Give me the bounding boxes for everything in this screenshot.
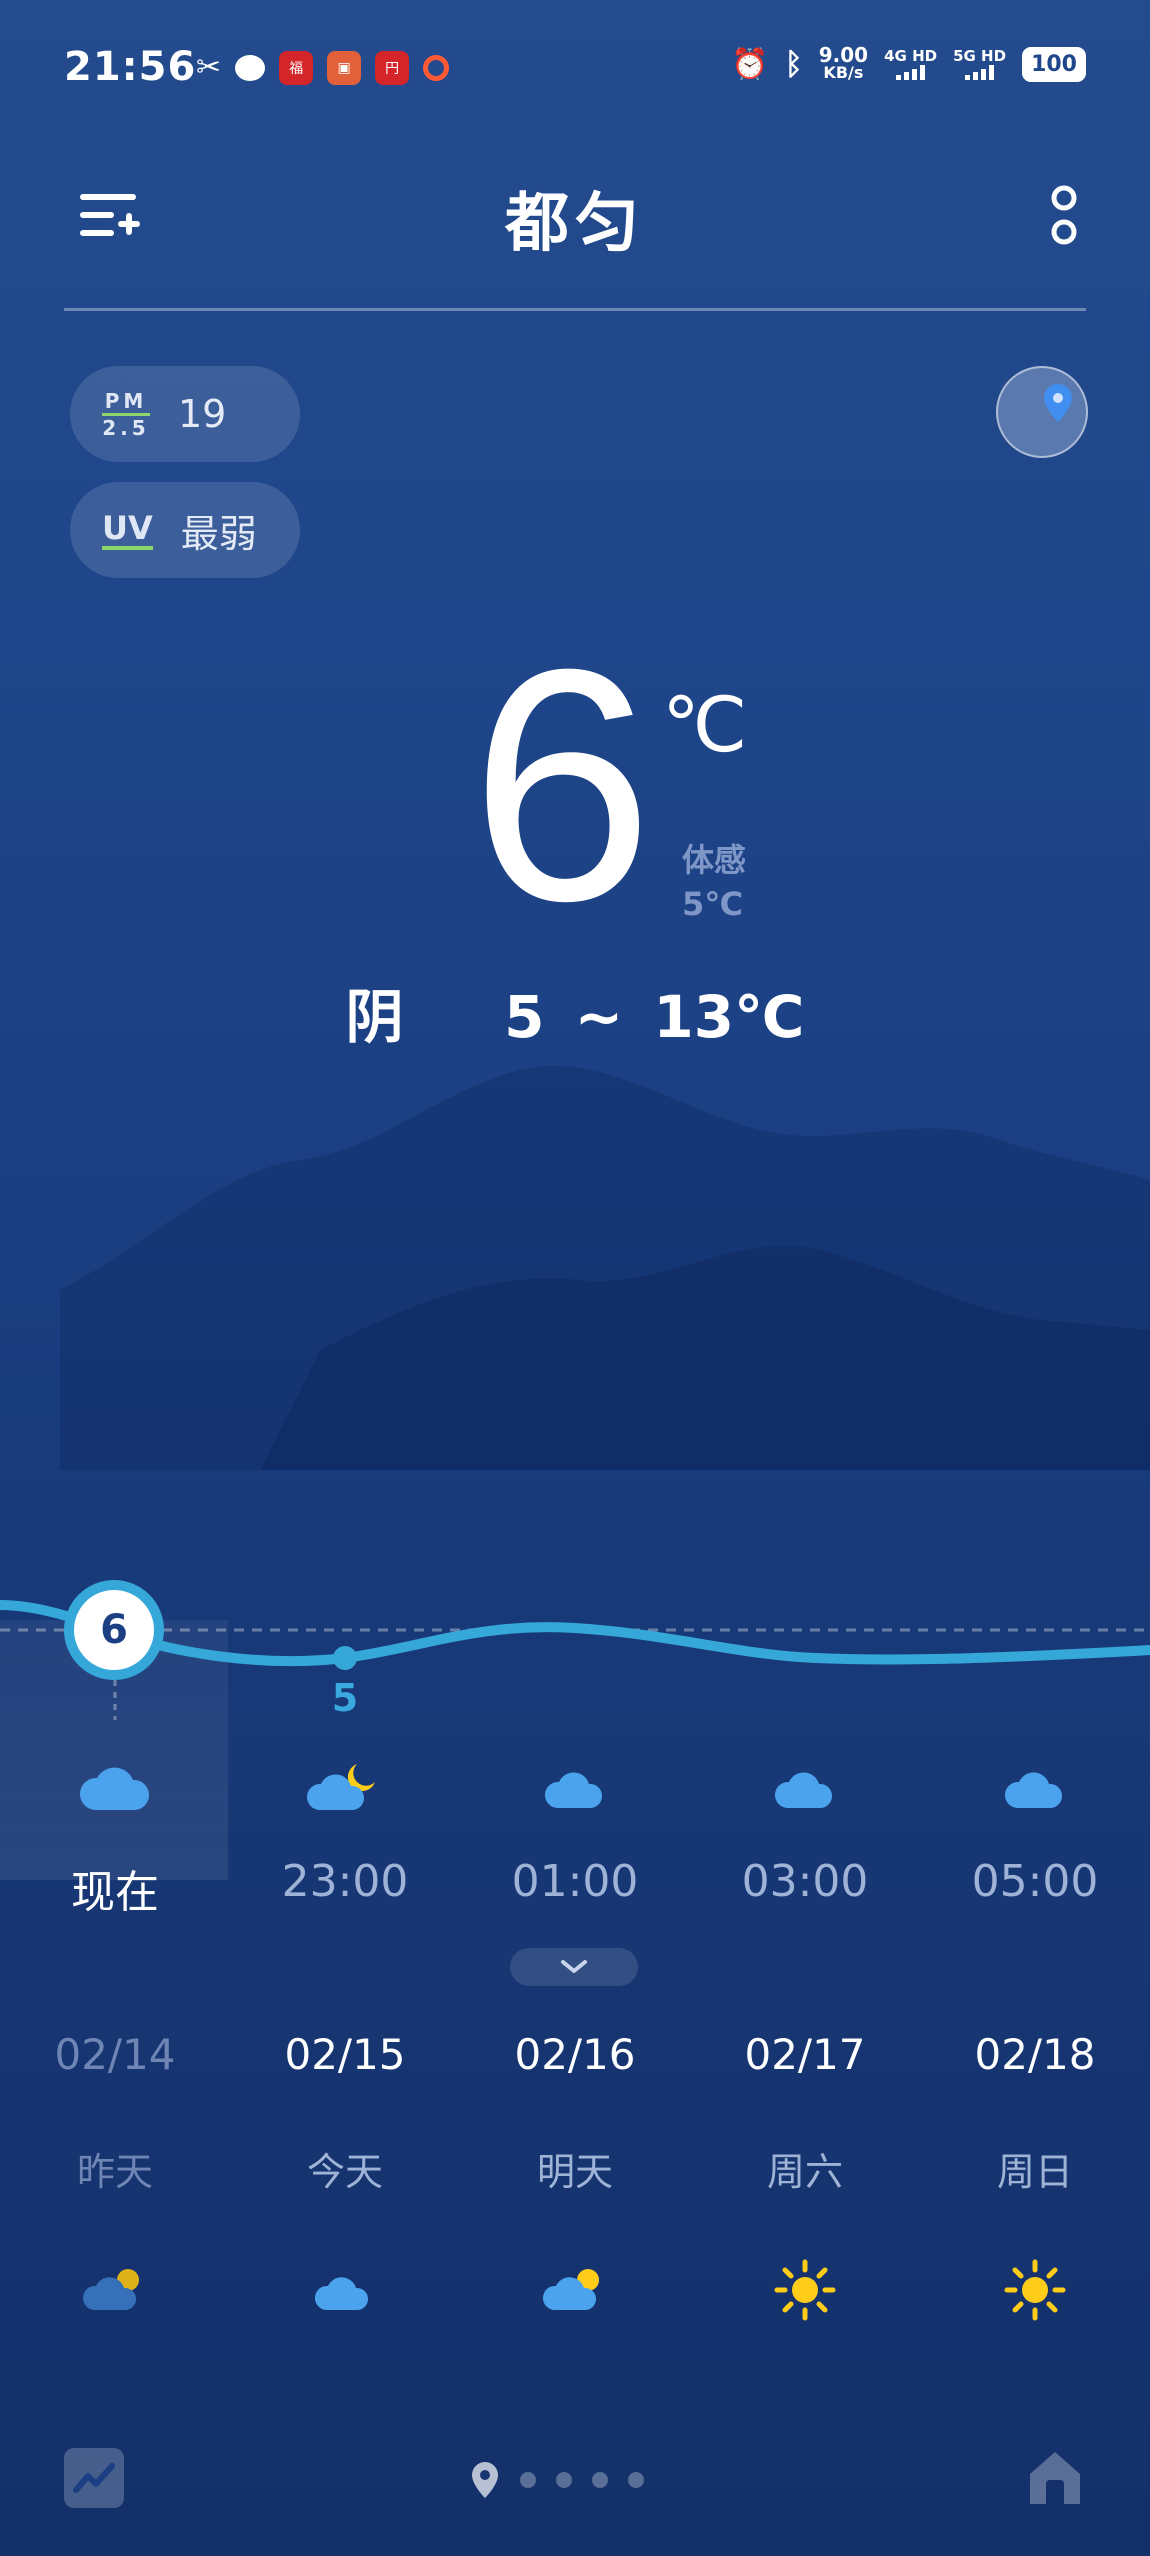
app-notification-icon: ▣: [327, 50, 362, 85]
cloud-icon: [79, 1767, 150, 1810]
circle-app-icon: [423, 54, 450, 81]
bluetooth-icon: ᛒ: [784, 46, 803, 82]
partly-cloudy-icon: [82, 2269, 139, 2310]
home-button[interactable]: [1024, 2446, 1086, 2508]
day-item[interactable]: 02/15 今天: [230, 2030, 460, 2320]
daily-forecast: 02/14 昨天 02/15 今天 02/16 明天 02/17 周六 02/1…: [0, 2030, 1150, 2321]
page-dot: [520, 2472, 536, 2488]
network-speed: 9.00 KB/s: [818, 43, 869, 82]
uv-pill[interactable]: UV 最弱: [70, 482, 300, 578]
more-icon: [1051, 185, 1077, 245]
battery-indicator: 100: [1022, 46, 1086, 82]
temperature-unit: ℃: [662, 680, 748, 769]
chevron-down-icon: [561, 1960, 587, 1973]
app-notification-icon: 円: [375, 50, 410, 85]
partly-cloudy-icon: [542, 2269, 599, 2310]
hour-item[interactable]: 01:00: [460, 1760, 690, 1920]
cloud-moon-icon: [306, 1764, 375, 1810]
day-item[interactable]: 02/14 昨天: [0, 2030, 230, 2320]
message-icon: [235, 54, 266, 81]
current-hour-temp-bubble: 6: [64, 1580, 164, 1680]
app-notification-icon: 福: [279, 50, 314, 85]
cloud-icon: [544, 1772, 603, 1808]
page-indicator: [470, 2460, 644, 2500]
map-location-button[interactable]: [996, 366, 1088, 458]
hour-item[interactable]: 现在: [0, 1760, 230, 1920]
cloud-icon: [314, 2277, 369, 2310]
hour-item[interactable]: 03:00: [690, 1760, 920, 1920]
weather-summary: 阴 5 ~ 13℃: [345, 983, 805, 1051]
signal-sim1: 4G HD: [884, 48, 937, 80]
more-options-button[interactable]: [1048, 184, 1080, 248]
scissors-icon: ✂: [196, 50, 222, 85]
status-system-icons: ⏰ ᛒ 9.00 KB/s 4G HD 5G HD 100: [731, 43, 1086, 82]
current-temperature: 6: [470, 600, 654, 969]
page-dot: [556, 2472, 572, 2488]
pm25-pill[interactable]: PM 2.5 19: [70, 366, 300, 462]
day-item[interactable]: 02/18 周日: [920, 2030, 1150, 2321]
uv-icon: UV: [102, 510, 153, 550]
location-pin-icon: [1044, 384, 1072, 422]
hour-item[interactable]: 05:00: [920, 1760, 1150, 1920]
sun-icon: [1004, 2259, 1066, 2321]
cloud-icon: [1004, 1772, 1063, 1808]
signal-sim2: 5G HD: [953, 48, 1006, 80]
page-dot: [628, 2472, 644, 2488]
page-dot: [592, 2472, 608, 2488]
hour-item[interactable]: 23:00: [230, 1760, 460, 1920]
hourly-forecast: 现在 23:00 01:00 03:00 05:00: [0, 1760, 1150, 1920]
day-item[interactable]: 02/16 明天: [460, 2030, 690, 2320]
alarm-icon: ⏰: [731, 46, 769, 82]
status-time: 21:56: [64, 44, 197, 90]
trend-chart-icon: [73, 2463, 115, 2493]
mountain-background: [60, 1065, 1150, 1470]
expand-forecast-button[interactable]: [510, 1948, 638, 1986]
header-divider: [64, 308, 1086, 311]
sun-icon: [774, 2259, 836, 2321]
cloud-icon: [774, 1772, 833, 1808]
pm25-icon: PM 2.5: [102, 388, 150, 440]
day-item[interactable]: 02/17 周六: [690, 2030, 920, 2321]
hourly-temperature-curve: [0, 1600, 1150, 1720]
status-notification-icons: ✂ 福 ▣ 円: [196, 50, 450, 85]
pm25-value: 19: [178, 392, 227, 436]
city-title: 都匀: [505, 187, 645, 261]
uv-value: 最弱: [180, 511, 257, 556]
feels-like: 体感 5℃: [682, 841, 747, 923]
location-pin-icon: [472, 2462, 498, 2498]
home-icon: [1030, 2452, 1080, 2504]
trend-chart-button[interactable]: [64, 2448, 124, 2508]
hour-temp-label: 5: [331, 1676, 359, 1720]
